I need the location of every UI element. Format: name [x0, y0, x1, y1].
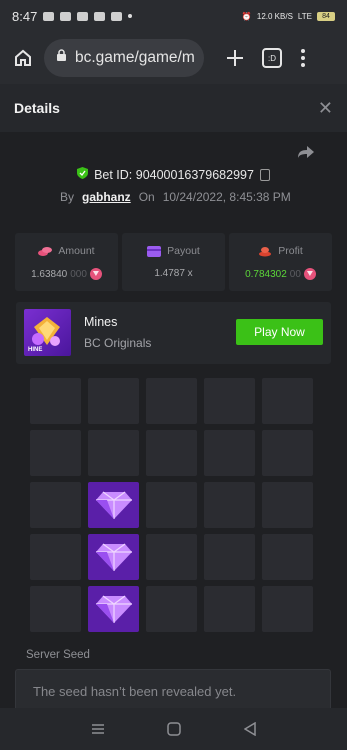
mine-tile: [88, 430, 139, 476]
shield-check-icon: [77, 167, 89, 182]
home-icon: [15, 49, 31, 66]
mine-tile: [146, 534, 197, 580]
details-header: Details ✕: [0, 84, 347, 132]
mine-tile: [262, 378, 313, 424]
recycle-icon: [77, 11, 89, 21]
amount-value-dim: 000: [70, 268, 87, 280]
mine-tile: [30, 482, 81, 528]
profit-value: 0.784302: [245, 268, 287, 280]
on-label: On: [138, 190, 155, 204]
mine-tile: [88, 534, 139, 580]
url-text: bc.game/game/m: [75, 49, 195, 66]
status-bar: 8:47 ⏰ 12.0 KB/S LTE 84: [0, 0, 347, 32]
profit-card: Profit 0.784302 00: [229, 233, 332, 291]
photo-icon: [60, 11, 72, 21]
mine-tile: [146, 430, 197, 476]
app-icon: [111, 11, 123, 21]
mine-tile: [204, 430, 255, 476]
home-button[interactable]: [10, 45, 36, 71]
bet-datetime: 10/24/2022, 8:45:38 PM: [162, 190, 291, 204]
mine-tile: [146, 586, 197, 632]
amount-card: Amount 1.63840 000: [15, 233, 118, 291]
mine-tile: [262, 534, 313, 580]
bet-meta: By gabhanz On 10/24/2022, 8:45:38 PM: [60, 190, 291, 204]
browser-toolbar: bc.game/game/m :D: [0, 32, 347, 84]
lock-icon: [56, 49, 67, 67]
xbox-icon: [94, 11, 106, 21]
mine-tile: [30, 586, 81, 632]
mine-tile: [88, 586, 139, 632]
mine-tile: [30, 534, 81, 580]
url-bar[interactable]: bc.game/game/m: [44, 39, 204, 77]
notification-dot-icon: [128, 14, 133, 18]
game-provider: BC Originals: [84, 336, 152, 350]
status-time: 8:47: [12, 8, 38, 24]
mine-tile: [88, 378, 139, 424]
gem-icon: [95, 543, 132, 571]
mines-grid: [30, 378, 315, 633]
plus-icon: [227, 50, 243, 66]
profit-label: Profit: [278, 245, 303, 257]
game-card: HINE Mines BC Originals Play Now: [16, 302, 331, 364]
signal-label: LTE: [297, 11, 312, 21]
coins-icon: [38, 246, 53, 256]
username-link[interactable]: gabhanz: [82, 190, 131, 204]
mine-tile: [30, 430, 81, 476]
more-menu-button[interactable]: [300, 49, 306, 67]
payout-value: 1.4787 x: [154, 268, 193, 279]
amount-label: Amount: [58, 245, 95, 257]
currency-coin-icon: [303, 268, 316, 280]
close-icon[interactable]: ✕: [318, 98, 333, 119]
server-seed-field: The seed hasn’t been revealed yet.: [15, 669, 331, 713]
new-tab-button[interactable]: [224, 47, 246, 69]
amount-value: 1.63840: [31, 268, 68, 280]
mine-tile: [262, 586, 313, 632]
mine-tile: [262, 482, 313, 528]
mine-tile: [146, 482, 197, 528]
bet-id: Bet ID: 90400016379682997: [94, 167, 254, 182]
payout-label: Payout: [167, 245, 200, 257]
play-now-button[interactable]: Play Now: [236, 319, 323, 345]
alarm-icon: ⏰: [241, 11, 252, 21]
currency-coin-icon: [89, 268, 102, 280]
profit-coins-icon: [259, 246, 272, 256]
payout-card: Payout 1.4787 x: [122, 233, 225, 291]
net-speed: 12.0 KB/S: [256, 11, 293, 21]
mine-tile: [146, 378, 197, 424]
mine-tile: [204, 378, 255, 424]
gem-icon: [95, 595, 132, 623]
copy-icon[interactable]: [259, 168, 270, 181]
thumb-label: HINE: [28, 347, 43, 353]
back-icon[interactable]: [243, 722, 256, 736]
recents-icon[interactable]: [91, 723, 105, 735]
mine-tile: [204, 534, 255, 580]
bet-id-row: Bet ID: 90400016379682997: [0, 167, 347, 182]
battery-icon: 84: [317, 11, 335, 21]
mines-thumbnail[interactable]: HINE: [24, 309, 71, 356]
by-label: By: [60, 190, 75, 204]
mine-tile: [262, 430, 313, 476]
page-title: Details: [14, 100, 60, 116]
tabs-button[interactable]: :D: [262, 48, 282, 68]
game-name: Mines: [84, 315, 118, 329]
mine-tile: [88, 482, 139, 528]
wallet-icon: [147, 245, 162, 257]
gamepad-icon: [43, 11, 55, 21]
mine-tile: [204, 482, 255, 528]
mine-tile: [204, 586, 255, 632]
server-seed-label: Server Seed: [26, 649, 90, 661]
profit-value-dim: 00: [289, 268, 301, 280]
home-nav-icon[interactable]: [167, 722, 182, 736]
system-nav-bar: [0, 708, 347, 750]
share-icon[interactable]: [297, 145, 315, 164]
gem-icon: [95, 491, 132, 519]
mine-tile: [30, 378, 81, 424]
